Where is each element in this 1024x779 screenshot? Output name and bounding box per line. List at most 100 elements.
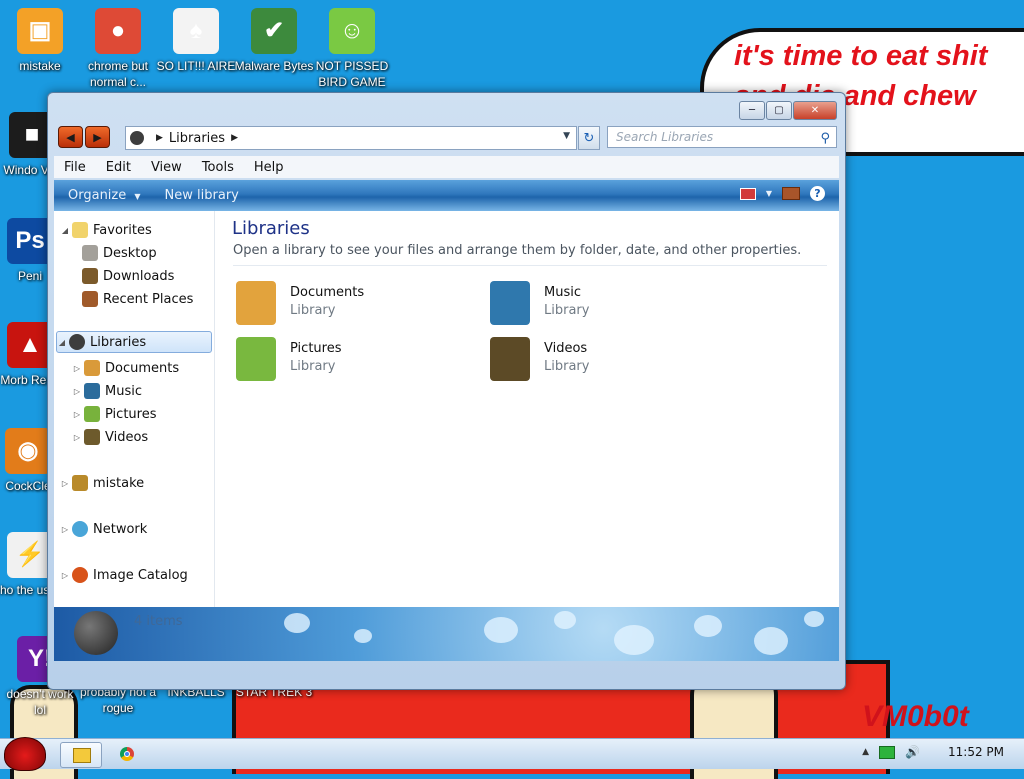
tree-item-recent-places[interactable]: Recent Places — [80, 288, 193, 310]
expand-arrow-icon[interactable]: ▷ — [60, 571, 70, 580]
expand-arrow-icon[interactable]: ▷ — [60, 479, 70, 488]
organize-dropdown-icon: ▼ — [134, 192, 141, 201]
menu-file[interactable]: File — [54, 160, 96, 175]
expand-arrow-icon[interactable]: ▷ — [72, 410, 82, 419]
menu-view[interactable]: View — [141, 160, 192, 175]
tree-item-downloads[interactable]: Downloads — [80, 265, 174, 287]
tree-item-desktop[interactable]: Desktop — [80, 242, 157, 264]
taskbar-explorer-button[interactable] — [60, 742, 102, 768]
tree-item-videos[interactable]: ▷ Videos — [72, 426, 148, 448]
tree-item-documents[interactable]: ▷ Documents — [72, 357, 179, 379]
nav-arrows: ◀ ▶ — [58, 126, 110, 148]
libraries-icon — [130, 131, 144, 145]
tree-item-favorites[interactable]: ◢ Favorites — [60, 219, 152, 241]
preview-pane-icon[interactable] — [782, 187, 800, 200]
desktop-icon-label: chrome but normal c... — [87, 59, 149, 89]
explorer-body: ◢ Favorites Desktop Downloads Recent Pla… — [54, 211, 839, 607]
close-button[interactable]: ✕ — [793, 101, 837, 120]
decor-bubble — [554, 611, 576, 629]
desktop-icon-1[interactable]: ▣ mistake — [0, 8, 80, 74]
downloads-icon — [82, 268, 98, 284]
navigation-pane[interactable]: ◢ Favorites Desktop Downloads Recent Pla… — [54, 211, 215, 607]
expand-arrow-icon[interactable]: ◢ — [57, 338, 67, 347]
expand-arrow-icon[interactable]: ▷ — [72, 364, 82, 373]
tree-item-mistake[interactable]: ▷ mistake — [60, 472, 144, 494]
taskbar-chrome-icon[interactable] — [120, 747, 134, 761]
desktop-icon-2[interactable]: ● chrome but normal c... — [78, 8, 158, 90]
forward-button[interactable]: ▶ — [85, 126, 110, 148]
library-music[interactable]: Music Library — [490, 279, 710, 331]
library-pictures[interactable]: Pictures Library — [236, 335, 456, 387]
recent-places-icon — [82, 291, 98, 307]
new-library-button[interactable]: New library — [151, 188, 249, 203]
tree-item-image-catalog[interactable]: ▷ Image Catalog — [60, 564, 188, 586]
show-hidden-icons[interactable]: ▲ — [862, 747, 869, 757]
expand-arrow-icon[interactable]: ▷ — [72, 387, 82, 396]
search-icon[interactable]: ⚲ — [820, 129, 830, 149]
tree-item-libraries[interactable]: ◢ Libraries — [56, 331, 212, 353]
library-videos[interactable]: Videos Library — [490, 335, 710, 387]
tree-item-network[interactable]: ▷ Network — [60, 518, 147, 540]
expand-arrow-icon[interactable]: ▷ — [72, 433, 82, 442]
clock[interactable]: 11:52 PM — [948, 745, 1004, 759]
help-icon[interactable]: ? — [810, 186, 825, 201]
libraries-icon — [69, 334, 85, 350]
desktop-app-icon: ♠ — [173, 8, 219, 54]
expand-arrow-icon[interactable]: ▷ — [60, 525, 70, 534]
library-type: Library — [290, 359, 336, 374]
change-view-icon[interactable] — [739, 187, 756, 200]
breadcrumb-separator-icon[interactable]: ▶ — [156, 133, 163, 143]
library-documents[interactable]: Documents Library — [236, 279, 456, 331]
desktop-icon-4[interactable]: ✔ Malware Bytes — [234, 8, 314, 74]
desktop-icon-3[interactable]: ♠ SO LIT!!! AIRE — [156, 8, 236, 74]
tree-label: Pictures — [105, 406, 157, 422]
address-bar[interactable]: ▶ Libraries ▶ ▼ — [125, 126, 577, 150]
library-type: Library — [544, 303, 590, 318]
wallpaper-signature: VM0b0t — [862, 700, 969, 733]
desktop-icon-label: doesn't work lol — [6, 687, 74, 717]
view-dropdown-icon[interactable]: ▼ — [766, 189, 772, 198]
network-status-icon[interactable] — [879, 745, 896, 759]
menu-help[interactable]: Help — [244, 160, 294, 175]
details-pane: 4 items — [54, 607, 839, 661]
documents-library-icon — [236, 281, 276, 325]
decor-bubble — [804, 611, 824, 627]
desktop-app-icon: ● — [95, 8, 141, 54]
menu-bar: File Edit View Tools Help — [54, 156, 839, 178]
expand-arrow-icon[interactable]: ◢ — [60, 226, 70, 235]
tree-item-pictures[interactable]: ▷ Pictures — [72, 403, 156, 425]
breadcrumb-chevron-icon[interactable]: ▶ — [231, 133, 238, 143]
tree-label: Desktop — [103, 245, 157, 261]
minimize-button[interactable]: ─ — [739, 101, 765, 120]
explorer-window[interactable]: ─ ▢ ✕ ◀ ▶ ▶ Libraries ▶ ▼ ↻ Search Libra… — [47, 92, 846, 690]
back-button[interactable]: ◀ — [58, 126, 83, 148]
command-bar-right: ▼ ? — [739, 186, 825, 201]
tree-label: mistake — [93, 475, 145, 491]
start-button-bird-icon[interactable] — [4, 737, 46, 771]
library-type: Library — [290, 303, 336, 318]
refresh-button[interactable]: ↻ — [578, 126, 600, 150]
address-dropdown-icon[interactable]: ▼ — [563, 131, 570, 141]
maximize-button[interactable]: ▢ — [766, 101, 792, 120]
tree-label: Image Catalog — [93, 567, 188, 583]
menu-edit[interactable]: Edit — [96, 160, 141, 175]
tree-item-music[interactable]: ▷ Music — [72, 380, 142, 402]
search-placeholder: Search Libraries — [616, 130, 714, 144]
music-library-icon — [490, 281, 530, 325]
desktop-icon-label: SO LIT!!! AIRE — [156, 59, 236, 73]
volume-icon[interactable]: 🔊 — [905, 745, 920, 759]
desktop-icon-label: mistake — [19, 59, 61, 73]
search-input[interactable]: Search Libraries ⚲ — [607, 126, 837, 148]
organize-button[interactable]: Organize ▼ — [54, 188, 151, 203]
desktop-icon-5[interactable]: ☺ NOT PISSED BIRD GAME — [312, 8, 392, 90]
breadcrumb-libraries[interactable]: Libraries — [169, 131, 225, 146]
system-tray: ▲ 🔊 11:52 PM — [862, 745, 1004, 759]
tree-label: Music — [105, 383, 142, 399]
tree-label: Libraries — [90, 334, 147, 350]
desktop-app-icon: ✔ — [251, 8, 297, 54]
decor-bubble — [614, 625, 654, 655]
page-title: Libraries — [232, 218, 310, 239]
divider — [233, 265, 827, 266]
menu-tools[interactable]: Tools — [192, 160, 244, 175]
desktop-icon-label: Malware Bytes — [234, 59, 314, 73]
